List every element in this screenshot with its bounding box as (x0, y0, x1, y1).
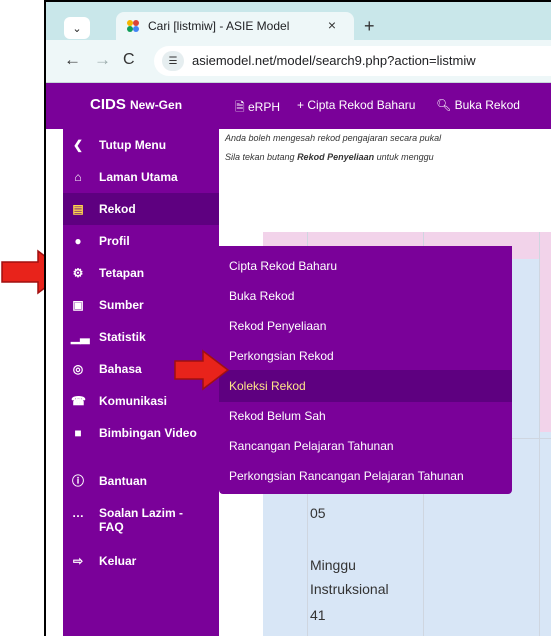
info-text-2: Sila tekan butang Rekod Penyeliaan untuk… (225, 152, 434, 162)
back-button[interactable]: ← (64, 50, 81, 70)
sidebar-item-laman-utama[interactable]: ⌂ Laman Utama (63, 161, 219, 193)
address-bar[interactable]: ☰ asiemodel.net/model/search9.php?action… (154, 46, 551, 76)
table-cell: 05 (310, 505, 326, 521)
site-navbar: CIDS New-Gen 🗎 eRPH + Cipta Rekod Baharu… (46, 83, 551, 129)
brand-logo[interactable]: CIDS New-Gen (90, 96, 182, 113)
video-icon: ■ (74, 426, 82, 440)
sign-out-icon: ⇨ (72, 554, 84, 568)
sidebar-item-rekod[interactable]: ▤ Rekod (63, 193, 219, 225)
table-cell: Minggu (310, 557, 356, 573)
nav-cipta-rekod[interactable]: + Cipta Rekod Baharu (297, 98, 415, 112)
menu-item-cipta-rekod-baharu[interactable]: Cipta Rekod Baharu (219, 250, 512, 282)
file-icon: ▤ (72, 202, 84, 216)
rekod-dropdown-menu: Cipta Rekod Baharu Buka Rekod Rekod Peny… (219, 246, 512, 494)
forward-button[interactable]: → (94, 50, 111, 70)
menu-item-koleksi-rekod[interactable]: Koleksi Rekod (219, 370, 512, 402)
browser-toolbar: ← → C ☰ asiemodel.net/model/search9.php?… (46, 40, 551, 83)
tab-search-button[interactable]: ⌄ (64, 17, 90, 39)
chevron-down-icon: ⌄ (72, 22, 82, 35)
chat-icon: … (72, 506, 84, 520)
home-icon: ⌂ (74, 170, 82, 184)
table-cell: Instruksional (310, 581, 389, 597)
nav-buka-rekod[interactable]: 🔍︎ Buka Rekod (436, 98, 520, 112)
sidebar-item-bantuan[interactable]: ⓘ Bantuan (63, 465, 219, 497)
table-divider (539, 232, 540, 636)
menu-item-rekod-belum-sah[interactable]: Rekod Belum Sah (219, 400, 512, 432)
menu-item-perkongsian-rpt[interactable]: Perkongsian Rancangan Pelajaran Tahunan (219, 460, 512, 492)
tab-title: Cari [listmiw] - ASIE Model (148, 19, 290, 33)
site-info-icon[interactable]: ☰ (162, 51, 184, 71)
search-icon: 🔍︎ (436, 98, 452, 112)
globe-icon: ◎ (72, 362, 84, 376)
gear-icon: ⚙ (72, 266, 84, 280)
image-icon: ▣ (72, 298, 84, 312)
nav-erph[interactable]: 🗎 eRPH (235, 98, 280, 119)
bar-chart-icon: ▁▃ (71, 330, 90, 344)
table-cell: 41 (310, 607, 326, 623)
menu-item-buka-rekod[interactable]: Buka Rekod (219, 280, 512, 312)
tab-strip: ⌄ Cari [listmiw] - ASIE Model × + (46, 2, 551, 40)
info-text: Anda boleh mengesah rekod pengajaran sec… (225, 133, 442, 143)
url-text[interactable]: asiemodel.net/model/search9.php?action=l… (192, 53, 476, 68)
browser-tab[interactable]: Cari [listmiw] - ASIE Model × (116, 12, 354, 40)
table-pink-column-right (539, 232, 551, 432)
new-tab-button[interactable]: + (364, 17, 375, 35)
user-icon: ● (74, 234, 82, 248)
sidebar-item-profil[interactable]: ● Profil (63, 225, 219, 257)
sidebar-item-bimbingan-video[interactable]: ■ Bimbingan Video (63, 417, 219, 465)
file-icon: 🗎 (235, 100, 245, 114)
plus-icon: + (297, 98, 305, 112)
menu-item-rekod-penyeliaan[interactable]: Rekod Penyeliaan (219, 310, 512, 342)
sidebar-item-tutup-menu[interactable]: ❮ Tutup Menu (63, 129, 219, 161)
annotation-arrow-koleksi (174, 349, 230, 391)
arrow-left-circle-icon: ❮ (72, 138, 84, 152)
close-icon[interactable]: × (328, 17, 336, 33)
menu-item-rancangan-pelajaran-tahunan[interactable]: Rancangan Pelajaran Tahunan (219, 430, 512, 462)
phone-icon: ☎ (71, 394, 86, 408)
reload-button[interactable]: C (123, 50, 135, 70)
sidebar-item-faq[interactable]: … Soalan Lazim - FAQ (63, 497, 219, 545)
sidebar-item-sumber[interactable]: ▣ Sumber (63, 289, 219, 321)
menu-item-perkongsian-rekod[interactable]: Perkongsian Rekod (219, 340, 512, 372)
sidebar-item-tetapan[interactable]: ⚙ Tetapan (63, 257, 219, 289)
sidebar-item-keluar[interactable]: ⇨ Keluar (63, 545, 219, 577)
info-icon: ⓘ (71, 474, 84, 488)
site-favicon-icon (127, 20, 139, 32)
